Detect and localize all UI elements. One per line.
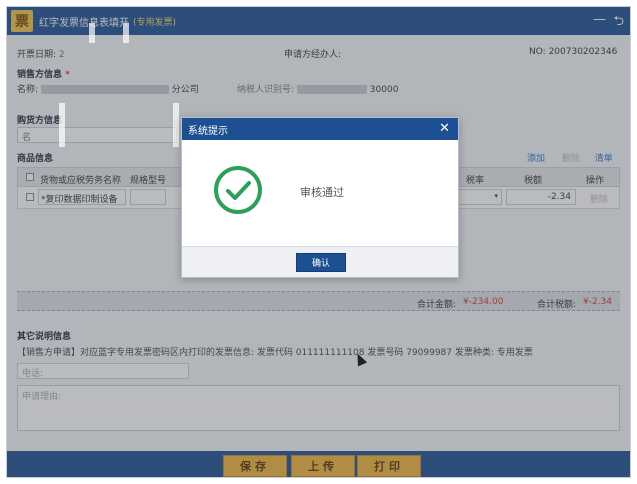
dialog-footer: 确认 xyxy=(182,246,458,277)
confirm-button[interactable]: 确认 xyxy=(296,253,346,272)
overlay-artifact xyxy=(173,103,179,147)
overlay-artifact xyxy=(59,103,65,147)
dialog-body: 审核通过 xyxy=(182,140,458,248)
dialog-title: 系统提示 xyxy=(188,125,228,137)
success-check-icon xyxy=(214,166,262,214)
overlay-artifact xyxy=(89,23,95,43)
system-prompt-dialog: 系统提示 ✕ 审核通过 确认 xyxy=(181,117,459,278)
close-icon[interactable]: ✕ xyxy=(439,121,450,136)
app-window: 票 红字发票信息表填开 (专用发票) — ⮌ 开票日期: 2 申请方经办人: N… xyxy=(6,6,631,478)
dialog-title-bar: 系统提示 ✕ xyxy=(182,118,458,140)
overlay-artifact xyxy=(123,23,129,43)
dialog-message: 审核通过 xyxy=(300,186,344,199)
